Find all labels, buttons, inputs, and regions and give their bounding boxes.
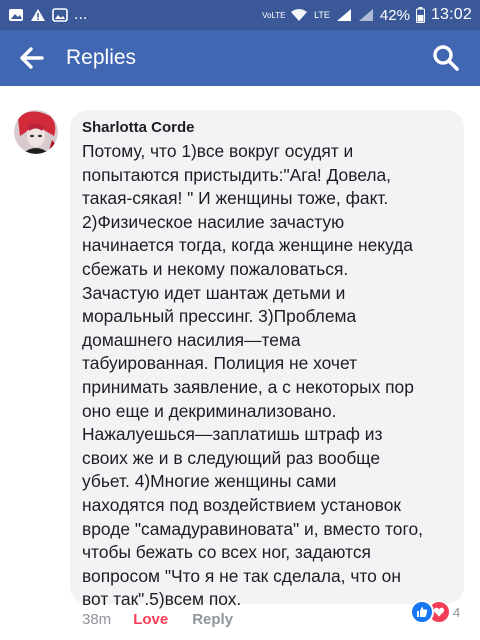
avatar[interactable] <box>14 110 58 154</box>
battery-icon <box>415 7 425 23</box>
avatar-image <box>14 110 58 154</box>
search-button[interactable] <box>430 42 462 74</box>
status-bar-left: ... <box>8 5 87 25</box>
image-icon <box>52 8 68 22</box>
warning-icon <box>31 9 45 21</box>
battery-percent: 42% <box>379 6 410 24</box>
comment-actions: 38m Love Reply <box>82 608 233 630</box>
page-title: Replies <box>66 46 137 69</box>
signal-icon <box>336 9 351 21</box>
reply-button[interactable]: Reply <box>192 611 233 628</box>
app-bar: Replies <box>0 30 480 86</box>
clock: 13:02 <box>430 6 472 23</box>
love-button[interactable]: Love <box>133 611 168 628</box>
comment-author[interactable]: Sharlotta Corde <box>82 118 452 138</box>
comment-bubble[interactable]: Sharlotta Corde Потому, что 1)все вокруг… <box>70 110 464 609</box>
volte-indicator: VoLTE <box>262 10 286 20</box>
arrow-back-icon <box>20 47 44 69</box>
search-icon <box>433 45 459 71</box>
like-icon <box>410 600 434 624</box>
back-button[interactable] <box>14 42 50 74</box>
wifi-icon <box>291 9 308 21</box>
reaction-summary[interactable]: 4 <box>410 600 461 624</box>
lte-indicator: LTE <box>314 10 330 20</box>
signal-icon-2 <box>358 9 373 21</box>
status-bar: ... VoLTE LTE 42% 13:02 <box>0 0 480 30</box>
comment-text: Потому, что 1)все вокруг осудят и попыта… <box>82 141 423 610</box>
reaction-count: 4 <box>453 604 461 620</box>
gallery-icon <box>9 9 23 21</box>
comment-timestamp: 38m <box>82 610 112 628</box>
status-bar-right: VoLTE LTE 42% 13:02 <box>262 5 472 25</box>
more-notifications-icon: ... <box>74 6 88 23</box>
